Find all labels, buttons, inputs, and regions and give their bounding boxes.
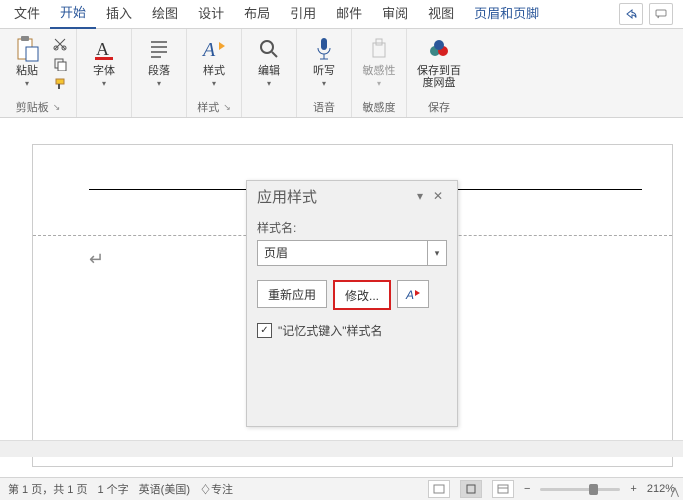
microphone-icon (310, 35, 338, 63)
comments-button[interactable] (649, 3, 673, 25)
group-clipboard: 粘贴 ▾ 剪贴板 ↘ (0, 29, 77, 117)
paragraph-icon (145, 35, 173, 63)
chevron-down-icon: ▾ (102, 79, 106, 88)
view-read-icon[interactable] (428, 480, 450, 498)
ribbon: 粘贴 ▾ 剪贴板 ↘ A 字体 ▾ 段落 ▾ (0, 29, 683, 118)
chevron-down-icon[interactable]: ▾ (427, 241, 446, 265)
format-painter-button[interactable] (50, 75, 70, 93)
reapply-button[interactable]: 重新应用 (257, 280, 327, 308)
dictate-button[interactable]: 听写 ▾ (303, 31, 345, 88)
svg-text:A: A (405, 288, 414, 301)
tab-mailings[interactable]: 邮件 (326, 0, 372, 28)
paste-button[interactable]: 粘贴 ▾ (6, 31, 48, 88)
chevron-down-icon: ▾ (25, 79, 29, 88)
font-button[interactable]: A 字体 ▾ (83, 31, 125, 88)
collapse-ribbon-icon[interactable]: ⋀ (671, 487, 679, 498)
group-styles: A 样式 ▾ 样式 ↘ (187, 29, 242, 117)
checkbox-checked-icon: ✓ (257, 323, 272, 338)
pane-options-icon[interactable]: ▾ (411, 189, 429, 203)
group-label: 样式 (197, 99, 219, 115)
ribbon-tabs: 文件 开始 插入 绘图 设计 布局 引用 邮件 审阅 视图 页眉和页脚 (0, 0, 683, 29)
zoom-thumb[interactable] (589, 484, 598, 495)
paragraph-button[interactable]: 段落 ▾ (138, 31, 180, 88)
sensitivity-button[interactable]: 敏感性 ▾ (358, 31, 400, 88)
chevron-down-icon: ▾ (322, 79, 326, 88)
group-label: 剪贴板 (16, 99, 49, 115)
save-baidu-button[interactable]: 保存到百度网盘 (413, 31, 465, 89)
view-web-icon[interactable] (492, 480, 514, 498)
zoom-slider[interactable] (540, 488, 620, 491)
document-area[interactable]: ↵ 应用样式 ▾ ✕ 样式名: 页眉 ▾ 重新应用 修改... A ✓ "记忆式… (0, 118, 683, 477)
styles-button[interactable]: A 样式 ▾ (193, 31, 235, 88)
editing-button[interactable]: 编辑 ▾ (248, 31, 290, 88)
svg-text:A: A (201, 39, 216, 61)
close-icon[interactable]: ✕ (429, 189, 447, 203)
cut-button[interactable] (50, 35, 70, 53)
font-icon: A (90, 35, 118, 63)
chevron-down-icon: ▾ (212, 79, 216, 88)
styles-icon: A (200, 35, 228, 63)
paragraph-mark-icon: ↵ (89, 249, 104, 270)
dialog-launcher-icon[interactable]: ↘ (53, 102, 61, 113)
group-sensitivity: 敏感性 ▾ 敏感度 (352, 29, 407, 117)
group-paragraph: 段落 ▾ (132, 29, 187, 117)
horizontal-scrollbar[interactable] (0, 440, 683, 457)
cloud-icon (425, 35, 453, 63)
style-name-combo[interactable]: 页眉 ▾ (257, 240, 447, 266)
zoom-in-button[interactable]: + (630, 483, 636, 495)
tab-review[interactable]: 审阅 (372, 0, 418, 28)
chevron-down-icon: ▾ (267, 79, 271, 88)
svg-text:A: A (96, 39, 109, 59)
chevron-down-icon: ▾ (377, 79, 381, 88)
tab-file[interactable]: 文件 (4, 0, 50, 28)
tab-insert[interactable]: 插入 (96, 0, 142, 28)
style-name-label: 样式名: (257, 219, 447, 236)
tab-draw[interactable]: 绘图 (142, 0, 188, 28)
tab-view[interactable]: 视图 (418, 0, 464, 28)
paste-icon (13, 35, 41, 63)
zoom-out-button[interactable]: − (524, 483, 530, 495)
tab-design[interactable]: 设计 (188, 0, 234, 28)
tab-header-footer[interactable]: 页眉和页脚 (464, 0, 549, 28)
page-count[interactable]: 第 1 页，共 1 页 (8, 481, 87, 497)
share-button[interactable] (619, 3, 643, 25)
tab-layout[interactable]: 布局 (234, 0, 280, 28)
group-voice: 听写 ▾ 语音 (297, 29, 352, 117)
group-save: 保存到百度网盘 保存 (407, 29, 471, 117)
group-font: A 字体 ▾ (77, 29, 132, 117)
sensitivity-icon (365, 35, 393, 63)
group-label: 敏感度 (363, 99, 396, 115)
checkbox-label: "记忆式键入"样式名 (278, 322, 383, 339)
focus-mode[interactable]: ♢专注 (200, 481, 233, 497)
tab-home[interactable]: 开始 (50, 0, 96, 29)
style-name-value: 页眉 (258, 241, 427, 265)
modify-button[interactable]: 修改... (333, 280, 391, 310)
apply-styles-pane: 应用样式 ▾ ✕ 样式名: 页眉 ▾ 重新应用 修改... A ✓ "记忆式键入… (246, 180, 458, 427)
language[interactable]: 英语(美国) (139, 481, 190, 497)
word-count[interactable]: 1 个字 (97, 481, 128, 497)
styles-pane-button[interactable]: A (397, 280, 429, 308)
view-print-icon[interactable] (460, 480, 482, 498)
autocomplete-checkbox[interactable]: ✓ "记忆式键入"样式名 (257, 322, 447, 339)
search-icon (255, 35, 283, 63)
pane-title: 应用样式 (257, 186, 317, 207)
chevron-down-icon: ▾ (157, 79, 161, 88)
group-label: 语音 (313, 99, 335, 115)
copy-button[interactable] (50, 55, 70, 73)
group-editing: 编辑 ▾ (242, 29, 297, 117)
group-label: 保存 (428, 99, 450, 115)
dialog-launcher-icon[interactable]: ↘ (223, 102, 231, 113)
tab-references[interactable]: 引用 (280, 0, 326, 28)
status-bar: 第 1 页，共 1 页 1 个字 英语(美国) ♢专注 − + 212% (0, 477, 683, 500)
